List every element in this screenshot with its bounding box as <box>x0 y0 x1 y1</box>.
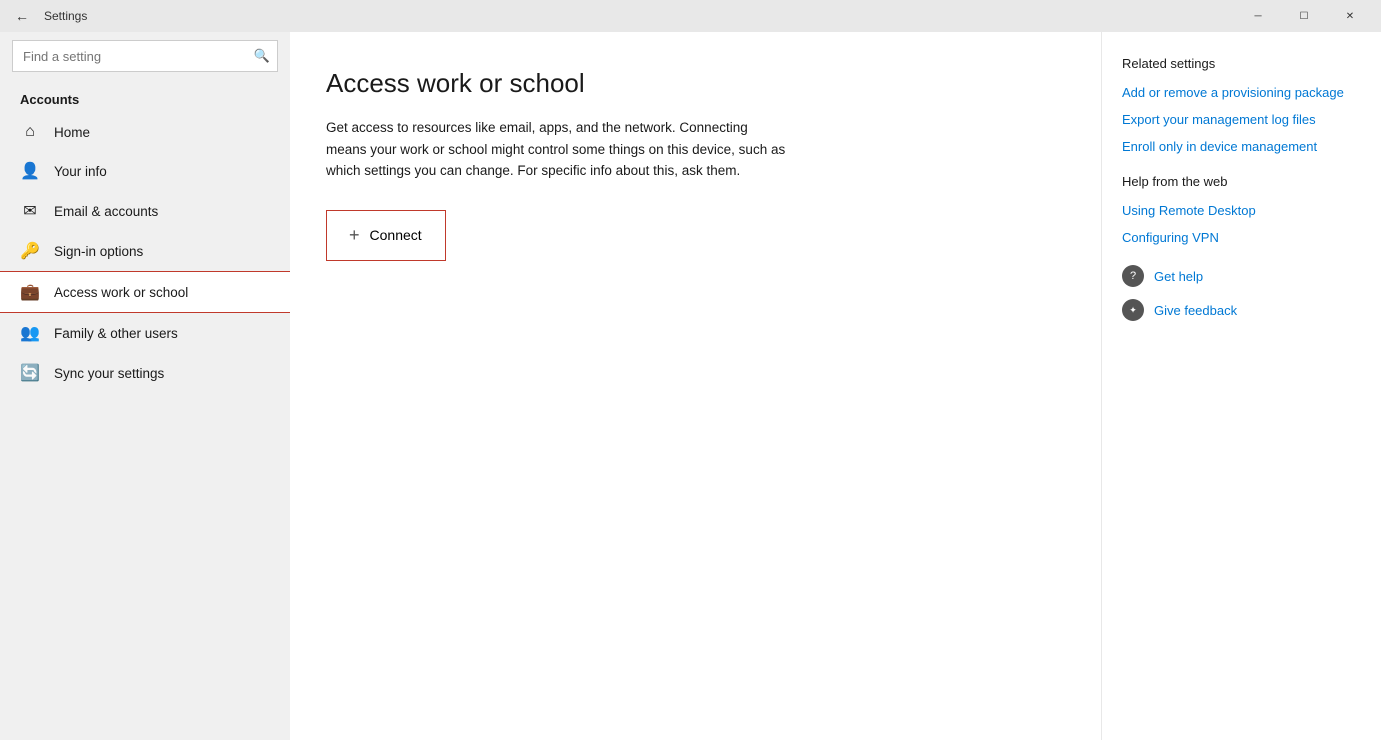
home-icon: ⌂ <box>20 123 40 141</box>
remote-desktop-link[interactable]: Using Remote Desktop <box>1122 203 1361 218</box>
section-divider: Help from the web <box>1122 174 1361 189</box>
maximize-button[interactable]: ☐ <box>1281 0 1327 32</box>
sidebar-item-label-family: Family & other users <box>54 326 178 341</box>
sidebar-item-sign-in[interactable]: 🔑 Sign-in options <box>0 231 290 271</box>
page-title: Access work or school <box>326 68 1061 99</box>
sidebar-item-home[interactable]: ⌂ Home <box>0 113 290 151</box>
sidebar-item-access-work[interactable]: 💼 Access work or school <box>0 271 290 313</box>
content-description: Get access to resources like email, apps… <box>326 117 786 182</box>
sidebar-item-label-your-info: Your info <box>54 164 107 179</box>
give-feedback-item[interactable]: ✦ Give feedback <box>1122 299 1361 321</box>
person-icon: 👤 <box>20 161 40 181</box>
sidebar-item-sync[interactable]: 🔄 Sync your settings <box>0 353 290 393</box>
get-help-item[interactable]: ? Get help <box>1122 265 1361 287</box>
right-panel: Related settings Add or remove a provisi… <box>1101 32 1381 740</box>
connect-button[interactable]: + Connect <box>326 210 446 261</box>
search-input[interactable] <box>12 40 278 72</box>
sidebar-item-label-home: Home <box>54 125 90 140</box>
email-icon: ✉ <box>20 201 40 221</box>
titlebar: ← Settings ─ ☐ ✕ <box>0 0 1381 32</box>
app-title: Settings <box>44 9 1235 23</box>
sidebar-section-title: Accounts <box>0 84 290 113</box>
sidebar: 🔍 Accounts ⌂ Home 👤 Your info ✉ Email & … <box>0 32 290 740</box>
sidebar-item-family[interactable]: 👥 Family & other users <box>0 313 290 353</box>
back-button[interactable]: ← <box>8 2 36 30</box>
sidebar-item-label-sync: Sync your settings <box>54 366 164 381</box>
minimize-button[interactable]: ─ <box>1235 0 1281 32</box>
main-content: Access work or school Get access to reso… <box>290 32 1101 740</box>
sidebar-item-email-accounts[interactable]: ✉ Email & accounts <box>0 191 290 231</box>
connect-label: Connect <box>370 227 422 243</box>
get-help-icon: ? <box>1122 265 1144 287</box>
configuring-vpn-link[interactable]: Configuring VPN <box>1122 230 1361 245</box>
users-icon: 👥 <box>20 323 40 343</box>
sidebar-item-label-signin: Sign-in options <box>54 244 143 259</box>
plus-icon: + <box>349 225 360 246</box>
app-body: 🔍 Accounts ⌂ Home 👤 Your info ✉ Email & … <box>0 32 1381 740</box>
give-feedback-icon: ✦ <box>1122 299 1144 321</box>
sync-icon: 🔄 <box>20 363 40 383</box>
help-title: Help from the web <box>1122 174 1361 189</box>
get-help-link[interactable]: Get help <box>1154 269 1203 284</box>
search-container: 🔍 <box>12 40 278 72</box>
add-remove-package-link[interactable]: Add or remove a provisioning package <box>1122 85 1361 100</box>
sidebar-item-your-info[interactable]: 👤 Your info <box>0 151 290 191</box>
key-icon: 🔑 <box>20 241 40 261</box>
export-log-link[interactable]: Export your management log files <box>1122 112 1361 127</box>
back-icon: ← <box>15 8 29 24</box>
give-feedback-link[interactable]: Give feedback <box>1154 303 1237 318</box>
close-button[interactable]: ✕ <box>1327 0 1373 32</box>
enroll-device-link[interactable]: Enroll only in device management <box>1122 139 1361 154</box>
related-settings-title: Related settings <box>1122 56 1361 71</box>
briefcase-icon: 💼 <box>20 282 40 302</box>
sidebar-item-label-access: Access work or school <box>54 285 188 300</box>
sidebar-item-label-email: Email & accounts <box>54 204 158 219</box>
window-controls: ─ ☐ ✕ <box>1235 0 1373 32</box>
